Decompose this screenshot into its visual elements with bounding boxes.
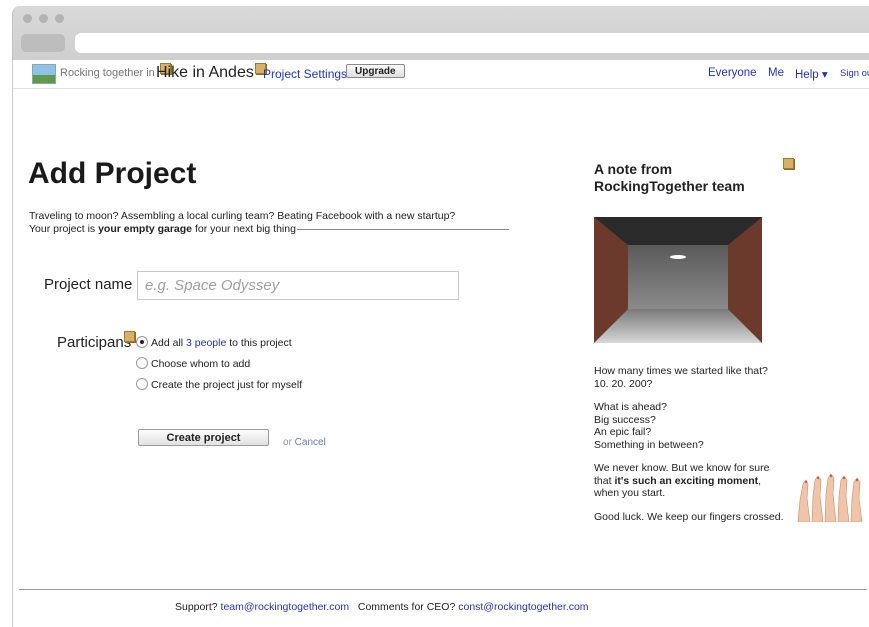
- window-border: [12, 60, 13, 627]
- note-line: 10. 20. 200?: [594, 377, 653, 390]
- ceo-email-link[interactable]: const@rockingtogether.com: [458, 601, 588, 613]
- window-dot-icon: [23, 14, 32, 23]
- intro-line-2-suffix: for your next big thing: [192, 223, 296, 235]
- project-name-label: Project name: [44, 276, 133, 293]
- or-text: or: [283, 437, 295, 448]
- note-line: when you start.: [594, 487, 666, 499]
- brand-text: Rocking together in: [60, 67, 155, 79]
- note-line: Big success?: [594, 413, 656, 426]
- divider: [297, 229, 509, 230]
- cancel-link[interactable]: Cancel: [295, 437, 326, 448]
- people-count-link[interactable]: 3 people: [186, 337, 226, 349]
- intro-text: Traveling to moon? Assembling a local cu…: [29, 210, 509, 236]
- nav-everyone-link[interactable]: Everyone: [708, 67, 757, 79]
- window-dot-icon: [39, 14, 48, 23]
- support-email-link[interactable]: team@rockingtogether.com: [221, 601, 350, 613]
- note-line: An epic fail?: [594, 426, 652, 438]
- page-title: Add Project: [28, 157, 197, 190]
- note-title: A note from RockingTogether team: [594, 161, 745, 194]
- note-line-bold: it's such an exciting moment: [614, 474, 759, 487]
- participants-option-choose[interactable]: Choose whom to add: [136, 357, 250, 373]
- top-navigation-bar: Rocking together in Hike in Andes Projec…: [13, 60, 869, 89]
- project-settings-link[interactable]: Project Settings: [263, 67, 347, 81]
- upgrade-button[interactable]: Upgrade: [346, 64, 405, 78]
- participants-label: Participans: [57, 334, 132, 351]
- address-bar[interactable]: [75, 33, 869, 53]
- note-paragraph: We never know. But we know for sure that…: [594, 462, 804, 500]
- note-line: Good luck. We keep our fingers crossed.: [594, 511, 784, 523]
- note-line-prefix: that: [594, 474, 615, 487]
- note-paragraph: How many times we started like that? 10.…: [594, 365, 804, 390]
- participants-option-myself[interactable]: Create the project just for myself: [136, 378, 302, 394]
- note-line: Something in between?: [594, 438, 704, 451]
- crossed-fingers-hands-image: [797, 473, 863, 522]
- note-line: How many times we started like that?: [594, 365, 768, 377]
- radio-unselected-icon[interactable]: [136, 357, 148, 369]
- intro-line-1: Traveling to moon? Assembling a local cu…: [29, 210, 456, 222]
- project-name-input[interactable]: [137, 271, 459, 300]
- app-logo-icon[interactable]: [32, 64, 56, 84]
- option-all-suffix: to this project: [226, 337, 292, 349]
- radio-selected-icon[interactable]: [136, 336, 148, 348]
- note-line: We never know. But we know for sure: [594, 462, 770, 474]
- browser-tab[interactable]: [21, 34, 65, 52]
- window-dot-icon: [55, 14, 64, 23]
- empty-garage-image: [594, 217, 762, 343]
- nav-sign-out-link[interactable]: Sign ou: [840, 68, 869, 79]
- create-project-button[interactable]: Create project: [138, 429, 269, 446]
- radio-unselected-icon[interactable]: [136, 378, 148, 390]
- option-myself-label: Create the project just for myself: [151, 379, 303, 391]
- sticky-note-icon: [783, 158, 794, 169]
- footer: Support? team@rockingtogether.com Commen…: [175, 601, 589, 613]
- option-all-prefix: Add all: [151, 337, 187, 349]
- cancel-area: or Cancel: [283, 437, 326, 448]
- intro-line-2-bold: your empty garage: [98, 223, 193, 235]
- note-paragraph: Good luck. We keep our fingers crossed.: [594, 511, 804, 524]
- project-title[interactable]: Hike in Andes: [156, 64, 254, 82]
- nav-me-link[interactable]: Me: [768, 67, 784, 79]
- note-line: that it's such an exciting moment,: [594, 475, 804, 488]
- intro-line-2-prefix: Your project is: [29, 223, 99, 235]
- note-paragraph: What is ahead? Big success? An epic fail…: [594, 401, 804, 451]
- sticky-note-icon: [124, 331, 135, 342]
- browser-chrome: [12, 6, 869, 60]
- participants-option-all[interactable]: Add all 3 people to this project: [136, 336, 292, 352]
- ceo-label: Comments for CEO?: [357, 601, 459, 613]
- footer-divider: [19, 589, 867, 590]
- nav-help-menu[interactable]: Help ▾: [795, 67, 828, 81]
- support-label: Support?: [175, 601, 221, 613]
- note-line-suffix: ,: [758, 474, 762, 487]
- note-line: What is ahead?: [594, 401, 667, 413]
- option-choose-label: Choose whom to add: [151, 358, 251, 370]
